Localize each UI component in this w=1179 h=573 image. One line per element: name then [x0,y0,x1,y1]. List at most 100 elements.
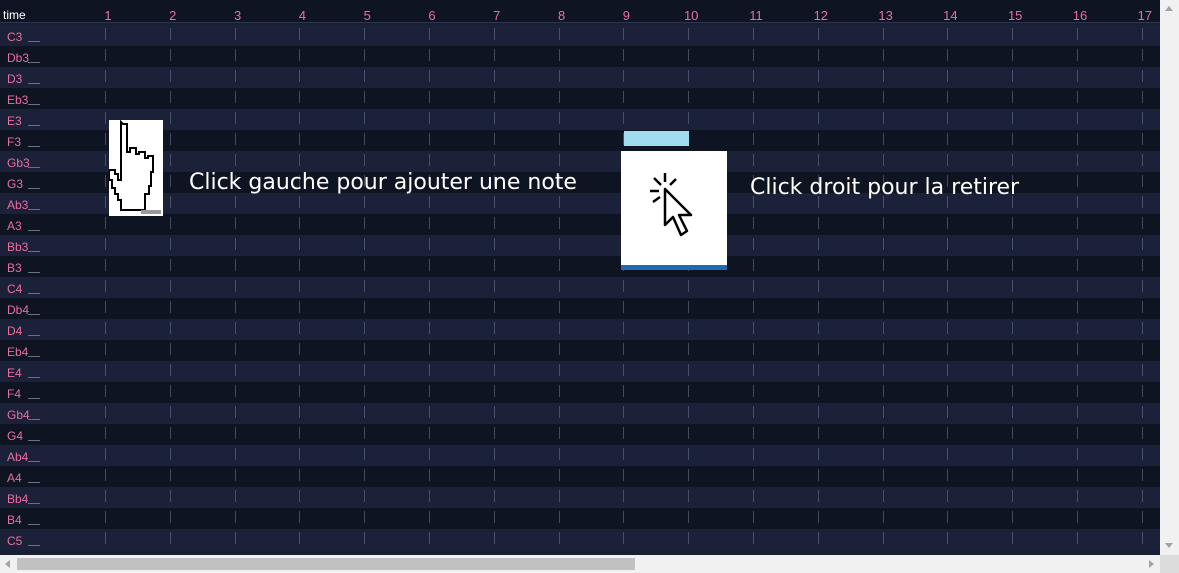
note-label: Gb4 [7,408,30,422]
note-row[interactable] [0,508,1160,529]
beat-gridline [493,91,495,103]
beat-gridline [882,259,884,271]
beat-gridline [105,49,106,61]
note-row[interactable] [0,67,1160,88]
row-tick [28,251,40,252]
beat-gridline [493,385,495,397]
beat-gridline [753,490,754,502]
beat-gridline [299,406,301,418]
beat-gridline [1012,49,1014,61]
row-tick [28,230,40,231]
note-label: Ab4 [7,450,29,464]
beat-gridline [234,343,236,355]
note-row[interactable] [0,340,1160,361]
note-row[interactable] [0,529,1160,550]
beat-gridline [688,448,690,460]
row-tick [28,440,40,441]
beat-gridline [1077,427,1078,439]
note-row[interactable] [0,109,1160,130]
beat-gridline [558,364,560,376]
beat-gridline [882,406,884,418]
beat-gridline [299,469,301,481]
beat-gridline [882,133,884,145]
scroll-right-icon[interactable] [1149,560,1154,568]
horizontal-scroll-thumb[interactable] [17,558,635,570]
beat-gridline [493,364,495,376]
scroll-up-icon[interactable] [1165,6,1173,11]
beat-gridline [299,91,301,103]
beat-gridline [429,217,430,229]
beat-gridline [105,238,106,250]
beat-gridline [688,70,690,82]
note-row[interactable] [0,46,1160,67]
row-tick [28,545,40,546]
row-tick [28,146,40,147]
vertical-scrollbar[interactable] [1160,0,1179,555]
beat-gridline [947,91,949,103]
note-row[interactable] [0,445,1160,466]
beat-gridline [105,154,106,166]
note-label: F4 [7,387,22,401]
beat-gridline [364,238,366,250]
note-row[interactable] [0,88,1160,109]
beat-label: 14 [943,8,958,23]
beat-gridline [558,322,560,334]
beat-gridline [947,112,949,124]
scroll-left-icon[interactable] [5,560,10,568]
beat-gridline [299,427,301,439]
beat-gridline [1077,511,1078,523]
beat-gridline [364,343,366,355]
beat-gridline [493,112,495,124]
beat-gridline [623,70,625,82]
note-row[interactable] [0,214,1160,235]
beat-gridline [493,280,495,292]
beat-gridline [1012,280,1014,292]
beat-gridline [753,406,754,418]
beat-gridline [1141,322,1143,334]
beat-gridline [753,91,754,103]
note-label: G3 [7,177,24,191]
note-row[interactable] [0,319,1160,340]
note-label: E4 [7,366,22,380]
beat-gridline [1077,28,1078,40]
note-row[interactable] [0,25,1160,46]
beat-gridline [429,322,430,334]
note-row[interactable] [0,403,1160,424]
beat-gridline [947,217,949,229]
beat-gridline [429,469,430,481]
beat-gridline [105,301,106,313]
beat-gridline [817,259,819,271]
note-row[interactable] [0,466,1160,487]
beat-label: 16 [1072,8,1088,23]
beat-gridline [234,448,236,460]
beat-gridline [817,280,819,292]
beat-gridline [493,301,495,313]
note-row[interactable] [0,382,1160,403]
beat-gridline [558,259,560,271]
note-row[interactable] [0,298,1160,319]
beat-gridline [429,490,430,502]
scroll-down-icon[interactable] [1165,543,1173,548]
note-label: A4 [7,471,22,485]
note-row[interactable] [0,151,1160,172]
beat-gridline [882,91,884,103]
placed-note[interactable] [624,131,689,146]
beat-gridline [1141,427,1143,439]
piano-roll-grid[interactable]: time C3 Db3 D3 Eb3 E3 F3 Gb3 G3 Ab3 A3 Bb3 B3 C4 Db4 D… [0,0,1160,555]
note-row[interactable] [0,277,1160,298]
beat-gridline [169,343,171,355]
note-row[interactable] [0,256,1160,277]
note-row[interactable] [0,361,1160,382]
beat-gridline [1012,259,1014,271]
beat-gridline [1141,154,1143,166]
note-row[interactable] [0,130,1160,151]
note-row[interactable] [0,235,1160,256]
beat-gridline [299,322,301,334]
note-row[interactable] [0,424,1160,445]
horizontal-scrollbar[interactable] [0,555,1160,573]
beat-gridline [234,364,236,376]
beat-label: 1 [104,8,112,23]
note-row[interactable] [0,487,1160,508]
beat-gridline [299,280,301,292]
beat-gridline [1077,91,1078,103]
